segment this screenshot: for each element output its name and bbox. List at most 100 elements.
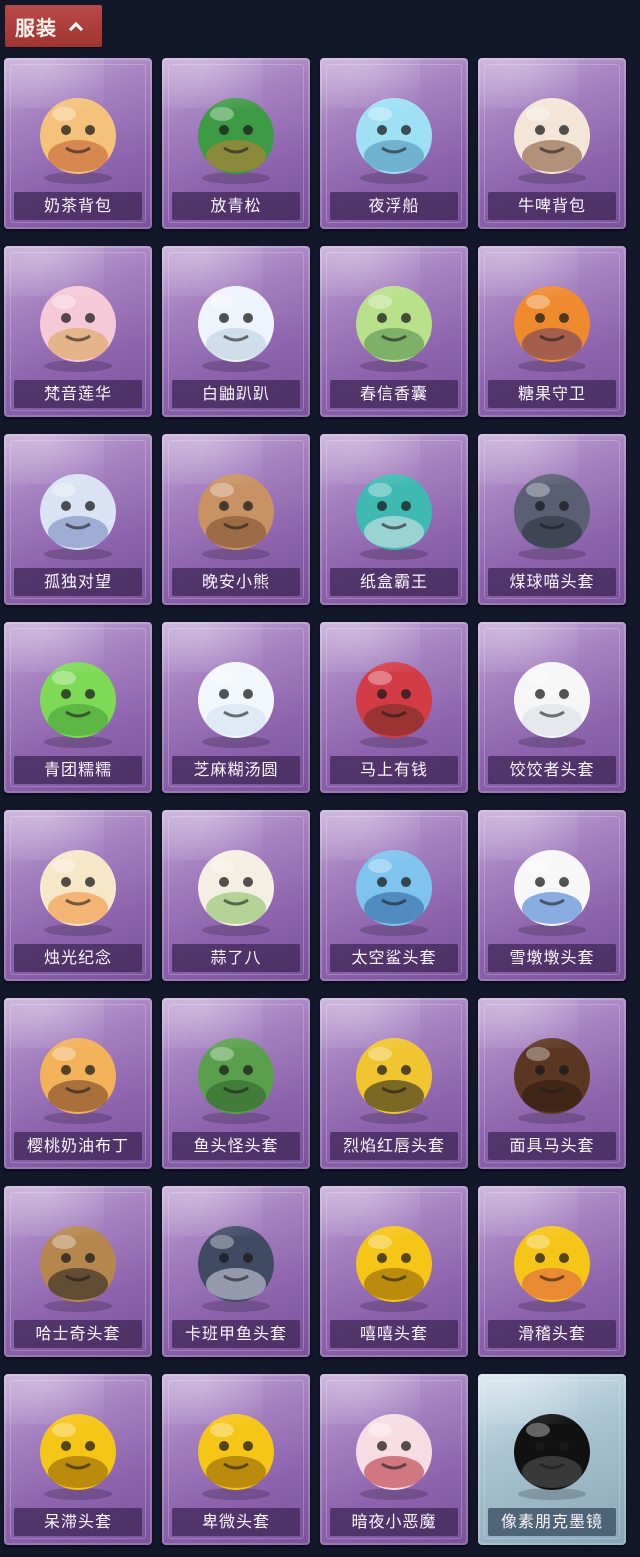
item-card[interactable]: 烈焰红唇头套 [320, 998, 468, 1169]
potted-pine-icon [198, 98, 274, 184]
item-card[interactable]: 放青松 [162, 58, 310, 229]
item-card[interactable]: 太空鲨头套 [320, 810, 468, 981]
item-card[interactable]: 蒜了八 [162, 810, 310, 981]
item-name: 鱼头怪头套 [172, 1132, 300, 1160]
black-cat-head-icon [514, 474, 590, 560]
item-name: 春信香囊 [330, 380, 458, 408]
item-name: 马上有钱 [330, 756, 458, 784]
horse-mask-icon [514, 1038, 590, 1124]
category-tab-label: 服装 [15, 15, 57, 40]
item-card[interactable]: 饺饺者头套 [478, 622, 626, 793]
item-card[interactable]: 樱桃奶油布丁 [4, 998, 152, 1169]
category-tab-costume[interactable]: 服装 [5, 5, 102, 47]
item-grid: 奶茶背包 放青松 夜浮船 牛啤背包梵音莲华 白鼬趴趴 春信香囊 糖果守卫孤独对望 晚安小熊 纸盒… [4, 58, 636, 1545]
item-name: 牛啤背包 [488, 192, 616, 220]
white-dumpling-icon [198, 662, 274, 748]
item-name: 暗夜小恶魔 [330, 1508, 458, 1536]
item-card[interactable]: 嘻嘻头套 [320, 1186, 468, 1357]
item-name: 白鼬趴趴 [172, 380, 300, 408]
item-name: 烛光纪念 [14, 944, 142, 972]
item-name: 饺饺者头套 [488, 756, 616, 784]
item-card[interactable]: 青团糯糯 [4, 622, 152, 793]
grin-emoji-head-icon [356, 1226, 432, 1312]
item-card[interactable]: 牛啤背包 [478, 58, 626, 229]
item-name: 嘻嘻头套 [330, 1320, 458, 1348]
chevron-up-icon [69, 20, 81, 32]
item-name: 梵音莲华 [14, 380, 142, 408]
item-name: 纸盒霸王 [330, 568, 458, 596]
item-name: 青团糯糯 [14, 756, 142, 784]
item-card[interactable]: 像素朋克墨镜 [478, 1374, 626, 1545]
item-card[interactable]: 卑微头套 [162, 1374, 310, 1545]
item-name: 雪墩墩头套 [488, 944, 616, 972]
item-name: 像素朋克墨镜 [488, 1508, 616, 1536]
item-name: 放青松 [172, 192, 300, 220]
husky-head-icon [40, 1226, 116, 1312]
item-card[interactable]: 晚安小熊 [162, 434, 310, 605]
shark-head-icon [356, 850, 432, 936]
item-card[interactable]: 白鼬趴趴 [162, 246, 310, 417]
snowman-head-icon [514, 850, 590, 936]
item-name: 太空鲨头套 [330, 944, 458, 972]
item-name: 呆滞头套 [14, 1508, 142, 1536]
item-name: 蒜了八 [172, 944, 300, 972]
item-name: 面具马头套 [488, 1132, 616, 1160]
item-card[interactable]: 马上有钱 [320, 622, 468, 793]
item-card[interactable]: 暗夜小恶魔 [320, 1374, 468, 1545]
item-card[interactable]: 纸盒霸王 [320, 434, 468, 605]
cardboard-dinosaur-icon [356, 474, 432, 560]
pumpkin-scarecrow-icon [514, 286, 590, 372]
item-name: 奶茶背包 [14, 192, 142, 220]
item-card[interactable]: 鱼头怪头套 [162, 998, 310, 1169]
item-card[interactable]: 孤独对望 [4, 434, 152, 605]
item-card[interactable]: 卡班甲鱼头套 [162, 1186, 310, 1357]
item-card[interactable]: 呆滞头套 [4, 1374, 152, 1545]
red-horse-head-icon [356, 662, 432, 748]
item-card[interactable]: 煤球喵头套 [478, 434, 626, 605]
item-card[interactable]: 面具马头套 [478, 998, 626, 1169]
item-name: 孤独对望 [14, 568, 142, 596]
item-name: 芝麻糊汤圆 [172, 756, 300, 784]
item-name: 滑稽头套 [488, 1320, 616, 1348]
candle-icon [40, 850, 116, 936]
garlic-icon [198, 850, 274, 936]
item-card[interactable]: 烛光纪念 [4, 810, 152, 981]
yellow-mask-sunglasses-icon [356, 1038, 432, 1124]
item-name: 哈士奇头套 [14, 1320, 142, 1348]
cow-beer-barrel-icon [514, 98, 590, 184]
sachet-icon [356, 286, 432, 372]
humble-emoji-head-icon [198, 1414, 274, 1500]
milk-tea-backpack-icon [40, 98, 116, 184]
item-name: 夜浮船 [330, 192, 458, 220]
item-card[interactable]: 雪墩墩头套 [478, 810, 626, 981]
pudding-icon [40, 1038, 116, 1124]
item-name: 烈焰红唇头套 [330, 1132, 458, 1160]
dazed-emoji-head-icon [40, 1414, 116, 1500]
pixel-sunglasses-icon [514, 1414, 590, 1500]
item-card[interactable]: 哈士奇头套 [4, 1186, 152, 1357]
fish-head-icon [198, 1038, 274, 1124]
green-dumpling-icon [40, 662, 116, 748]
item-name: 糖果守卫 [488, 380, 616, 408]
smirk-emoji-head-icon [514, 1226, 590, 1312]
item-card[interactable]: 夜浮船 [320, 58, 468, 229]
little-devil-icon [356, 1414, 432, 1500]
white-weasel-icon [198, 286, 274, 372]
item-card[interactable]: 奶茶背包 [4, 58, 152, 229]
item-name: 卡班甲鱼头套 [172, 1320, 300, 1348]
bear-charm-icon [198, 474, 274, 560]
item-card[interactable]: 芝麻糊汤圆 [162, 622, 310, 793]
jellyfish-icon [356, 98, 432, 184]
item-card[interactable]: 春信香囊 [320, 246, 468, 417]
item-card[interactable]: 糖果守卫 [478, 246, 626, 417]
item-name: 晚安小熊 [172, 568, 300, 596]
item-name: 樱桃奶油布丁 [14, 1132, 142, 1160]
item-card[interactable]: 滑稽头套 [478, 1186, 626, 1357]
dumpling-cloud-head-icon [514, 662, 590, 748]
lonely-character-icon [40, 474, 116, 560]
turtle-head-icon [198, 1226, 274, 1312]
lotus-character-icon [40, 286, 116, 372]
item-name: 煤球喵头套 [488, 568, 616, 596]
item-card[interactable]: 梵音莲华 [4, 246, 152, 417]
item-name: 卑微头套 [172, 1508, 300, 1536]
